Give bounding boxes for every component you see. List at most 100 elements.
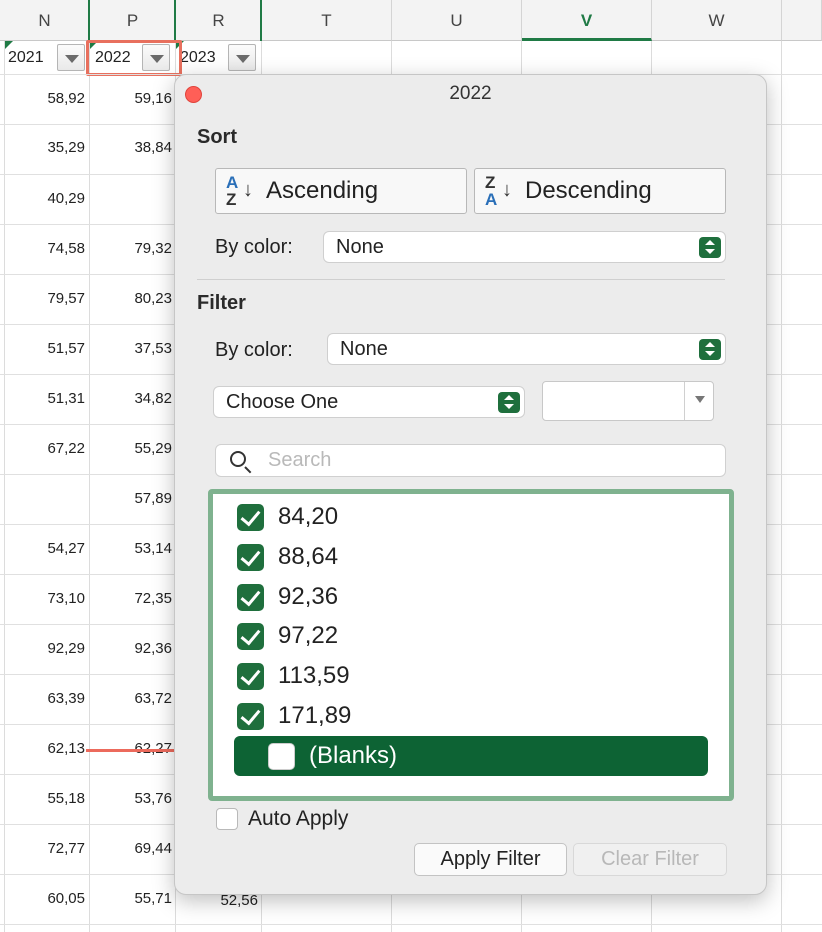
cell-p[interactable]: 57,89	[90, 490, 176, 507]
cell-p[interactable]: 34,82	[90, 390, 176, 407]
checkbox-unchecked[interactable]	[268, 742, 295, 770]
cell-p[interactable]: 72,35	[90, 590, 176, 607]
filter-values-list[interactable]: 84,20 88,64 92,36 97,22 113,59 171,89 (B…	[208, 489, 734, 801]
sort-za-icon: Z A ↓	[485, 173, 512, 209]
sort-ascending-label: Ascending	[266, 177, 379, 204]
filter-section-title: Filter	[197, 292, 246, 314]
filter-dropdown-button[interactable]	[57, 44, 85, 71]
cell-n[interactable]: 58,92	[5, 90, 89, 107]
auto-apply-option[interactable]: Auto Apply	[216, 807, 348, 831]
cell-n[interactable]: 54,27	[5, 540, 89, 557]
filter-by-color-select[interactable]: None	[327, 333, 726, 365]
cell-p[interactable]: 38,84	[90, 139, 176, 156]
header-cell-2021[interactable]: 2021	[5, 41, 89, 74]
list-item-label: 113,59	[278, 662, 350, 689]
sort-az-icon: A Z ↓	[226, 173, 253, 209]
column-header-v[interactable]: V	[522, 0, 652, 41]
select-stepper-icon	[699, 339, 721, 360]
cell-n[interactable]: 79,57	[5, 290, 89, 307]
column-header-w[interactable]: W	[652, 0, 782, 41]
cell-p[interactable]: 63,72	[90, 690, 176, 707]
sort-by-color-label: By color:	[215, 236, 293, 258]
cell-p[interactable]: 92,36	[90, 640, 176, 657]
cell-p[interactable]: 59,16	[90, 90, 176, 107]
cell-p[interactable]: 53,14	[90, 540, 176, 557]
cell-n[interactable]: 62,13	[5, 740, 89, 757]
auto-apply-label: Auto Apply	[248, 807, 349, 830]
header-cell-2023[interactable]: 2023	[176, 41, 262, 74]
list-item[interactable]: 97,22	[237, 619, 338, 653]
filter-popup: 2022 Sort A Z ↓ Ascending Z A ↓ Descendi…	[174, 74, 767, 895]
cell-n[interactable]: 35,29	[5, 139, 89, 156]
cell-n[interactable]: 51,57	[5, 340, 89, 357]
combo-separator	[684, 382, 685, 420]
cell-n[interactable]: 92,29	[5, 640, 89, 657]
clear-filter-button[interactable]: Clear Filter	[573, 843, 727, 876]
column-header-u[interactable]: U	[392, 0, 522, 41]
sort-descending-button[interactable]: Z A ↓ Descending	[474, 168, 726, 214]
search-input[interactable]	[268, 448, 708, 473]
list-item-label: (Blanks)	[309, 742, 398, 769]
sort-by-color-select[interactable]: None	[323, 231, 726, 263]
filter-by-color-label: By color:	[215, 339, 293, 361]
cell-comment-marker	[5, 41, 13, 49]
sort-ascending-button[interactable]: A Z ↓ Ascending	[215, 168, 467, 214]
list-item[interactable]: 92,36	[237, 580, 338, 614]
popup-title: 2022	[449, 83, 492, 104]
cell-n[interactable]: 60,05	[5, 890, 89, 907]
cell-n[interactable]: 74,58	[5, 240, 89, 257]
list-item-blanks[interactable]: (Blanks)	[234, 736, 708, 776]
cell-n[interactable]: 72,77	[5, 840, 89, 857]
sort-descending-label: Descending	[525, 177, 652, 204]
select-stepper-icon	[498, 392, 520, 413]
checkbox-checked[interactable]	[237, 543, 264, 571]
checkbox-checked[interactable]	[237, 503, 264, 531]
column-header-t[interactable]: T	[262, 0, 392, 41]
annotation-arrow-line	[86, 749, 184, 752]
cell-n[interactable]: 51,31	[5, 390, 89, 407]
cell-p[interactable]: 69,44	[90, 840, 176, 857]
list-item[interactable]: 88,64	[237, 540, 338, 574]
column-header-n[interactable]: N	[0, 0, 90, 41]
cell-p[interactable]: 37,53	[90, 340, 176, 357]
cell-n[interactable]: 40,29	[5, 190, 89, 207]
list-item-label: 97,22	[278, 622, 339, 649]
list-item[interactable]: 113,59	[237, 659, 350, 693]
condition-value-combo[interactable]	[542, 381, 714, 421]
list-item-label: 88,64	[278, 543, 339, 570]
auto-apply-checkbox[interactable]	[216, 808, 238, 830]
list-item[interactable]: 171,89	[237, 699, 351, 733]
sort-section-title: Sort	[197, 126, 237, 148]
sort-by-color-value: None	[336, 236, 384, 258]
condition-select[interactable]: Choose One	[213, 386, 525, 418]
cell-n[interactable]: 67,22	[5, 440, 89, 457]
cell-n[interactable]: 73,10	[5, 590, 89, 607]
checkbox-checked[interactable]	[237, 622, 264, 650]
checkbox-checked[interactable]	[237, 662, 264, 690]
select-stepper-icon	[699, 237, 721, 258]
search-icon	[230, 451, 246, 467]
cell-n[interactable]: 63,39	[5, 690, 89, 707]
column-header-p[interactable]: P	[90, 0, 176, 41]
section-divider	[197, 279, 725, 280]
cell-p[interactable]: 55,71	[90, 890, 176, 907]
cell-n[interactable]: 55,18	[5, 790, 89, 807]
checkbox-checked[interactable]	[237, 702, 264, 730]
filter-by-color-value: None	[340, 338, 388, 360]
checkbox-checked[interactable]	[237, 583, 264, 611]
condition-value: Choose One	[226, 391, 339, 413]
cell-p[interactable]: 53,76	[90, 790, 176, 807]
column-header-next[interactable]	[782, 0, 822, 41]
annotation-highlight-box	[86, 40, 182, 76]
apply-filter-button[interactable]: Apply Filter	[414, 843, 567, 876]
list-item-label: 92,36	[278, 583, 339, 610]
cell-p[interactable]: 55,29	[90, 440, 176, 457]
list-item[interactable]: 84,20	[237, 500, 338, 534]
chevron-down-icon[interactable]	[695, 396, 705, 403]
cell-p[interactable]: 79,32	[90, 240, 176, 257]
column-header-r[interactable]: R	[176, 0, 262, 41]
filter-dropdown-button[interactable]	[228, 44, 256, 71]
cell-p[interactable]: 80,23	[90, 290, 176, 307]
search-box[interactable]	[215, 444, 726, 477]
hidden-column-marker	[260, 0, 262, 41]
